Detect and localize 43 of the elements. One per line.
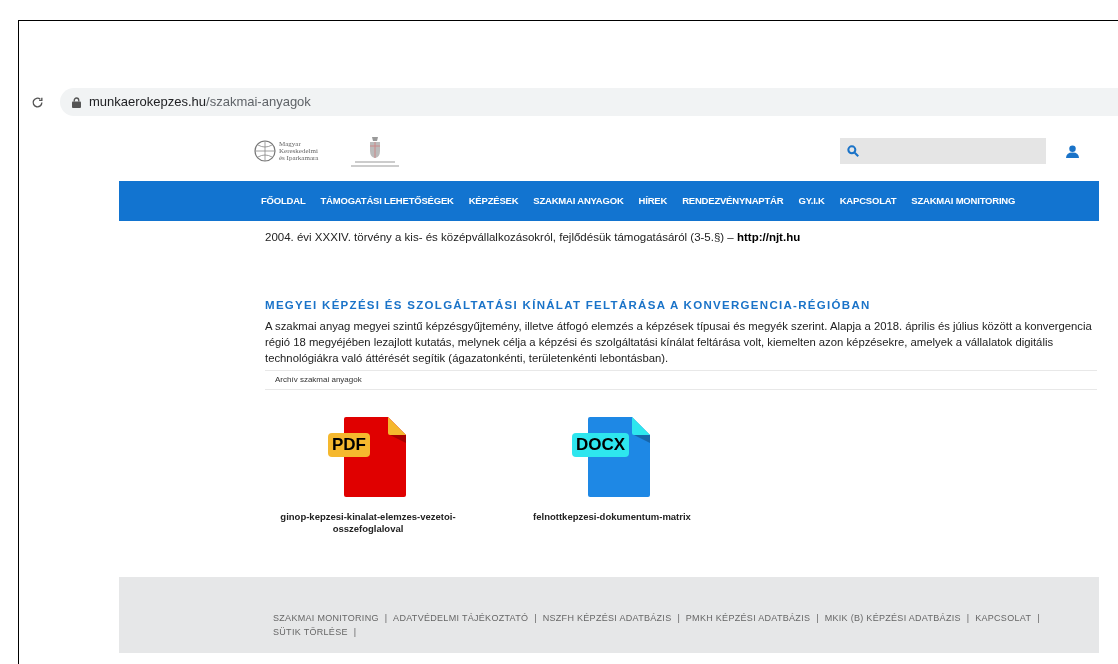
section-heading: MEGYEI KÉPZÉSI ÉS SZOLGÁLTATÁSI KÍNÁLAT FELTÁRÁSA A KONVERGENCIA-RÉGIÓBAN: [265, 298, 872, 314]
footer-separator: |: [384, 611, 388, 625]
file-download[interactable]: DOCX felnottkepzesi-dokumentum-matrix: [509, 416, 715, 535]
footer-link[interactable]: ADATVÉDELMI TÁJÉKOZTATÓ: [393, 610, 529, 625]
file-type-label: PDF: [328, 432, 370, 457]
footer-link[interactable]: MKIK (B) KÉPZÉSI ADATBÁZIS: [824, 610, 961, 625]
nav-link[interactable]: RENDEZVÉNYNAPTÁR: [682, 193, 784, 209]
archive-bar: Archív szakmai anyagok: [265, 369, 1097, 390]
footer-link[interactable]: KAPCSOLAT: [975, 610, 1032, 625]
url-path: /szakmai-anyagok: [206, 93, 311, 112]
file-name: ginop-kepzesi-kinalat-elemzes-vezetoi-osszefoglaloval: [279, 510, 457, 535]
footer-separator: |: [966, 611, 970, 625]
file-type-label: DOCX: [572, 432, 630, 457]
nav-link[interactable]: HÍREK: [638, 193, 668, 209]
footer-separator: |: [353, 625, 357, 639]
nav-link[interactable]: FŐOLDAL: [261, 193, 306, 209]
footer-link[interactable]: PMKH KÉPZÉSI ADATBÁZIS: [685, 610, 811, 625]
nav-link[interactable]: KAPCSOLAT: [839, 193, 897, 209]
address-bar[interactable]: munkaerokepzes.hu/szakmai-anyagok: [60, 88, 1118, 116]
footer-link[interactable]: NSZFH KÉPZÉSI ADATBÁZIS: [542, 610, 672, 625]
footer-separator: |: [677, 611, 680, 625]
footer-separator: |: [534, 611, 537, 625]
lock-icon: [72, 96, 81, 108]
nav-link[interactable]: GY.I.K: [798, 193, 825, 209]
file-download[interactable]: PDF ginop-kepzesi-kinalat-elemzes-vezetoi-osszefoglaloval: [265, 416, 471, 535]
nav-link[interactable]: TÁMOGATÁSI LEHETŐSÉGEK: [320, 193, 454, 209]
url-host: munkaerokepzes.hu: [89, 93, 207, 112]
footer-link[interactable]: SÜTIK TÖRLÉSE: [273, 624, 348, 639]
footer-separator: |: [816, 611, 819, 625]
reload-icon[interactable]: [31, 95, 44, 109]
search-field[interactable]: [840, 138, 1046, 164]
nav-link[interactable]: SZAKMAI MONITORING: [911, 193, 1016, 209]
nav-link[interactable]: KÉPZÉSEK: [468, 193, 519, 209]
file-name: felnottkepzesi-dokumentum-matrix: [533, 510, 691, 523]
footer-separator: |: [1037, 611, 1040, 625]
globe-logo-icon: [254, 140, 276, 162]
search-icon: [846, 144, 860, 158]
footer-link[interactable]: SZAKMAI MONITORING: [273, 610, 379, 625]
user-icon[interactable]: [1066, 144, 1079, 158]
description-paragraph: A szakmai anyag megyei szintű képzésgyűjtemény, illetve átfogó elemzés a képzések típusai és megyék szerint. Alapja a 2018. április és július között a konvergencia régió 18 megyéjében lezajlott kutatás, melynek célja a képzési és szolgáltatási kínálat feltárása volt, kiemelten azon képzésekre, amelyek a vállalatok digitális technológiákra való áttérését segítik (ágazatonkénti, területenkénti lebontásban).: [265, 318, 1093, 366]
law-reference: 2004. évi XXXIV. törvény a kis- és középvállalkozásokról, fejlődésük támogatásáról (3-5.§) – http://njt.hu: [265, 230, 802, 245]
njt-link[interactable]: http://njt.hu: [736, 231, 801, 243]
nav-link[interactable]: SZAKMAI ANYAGOK: [533, 193, 624, 209]
